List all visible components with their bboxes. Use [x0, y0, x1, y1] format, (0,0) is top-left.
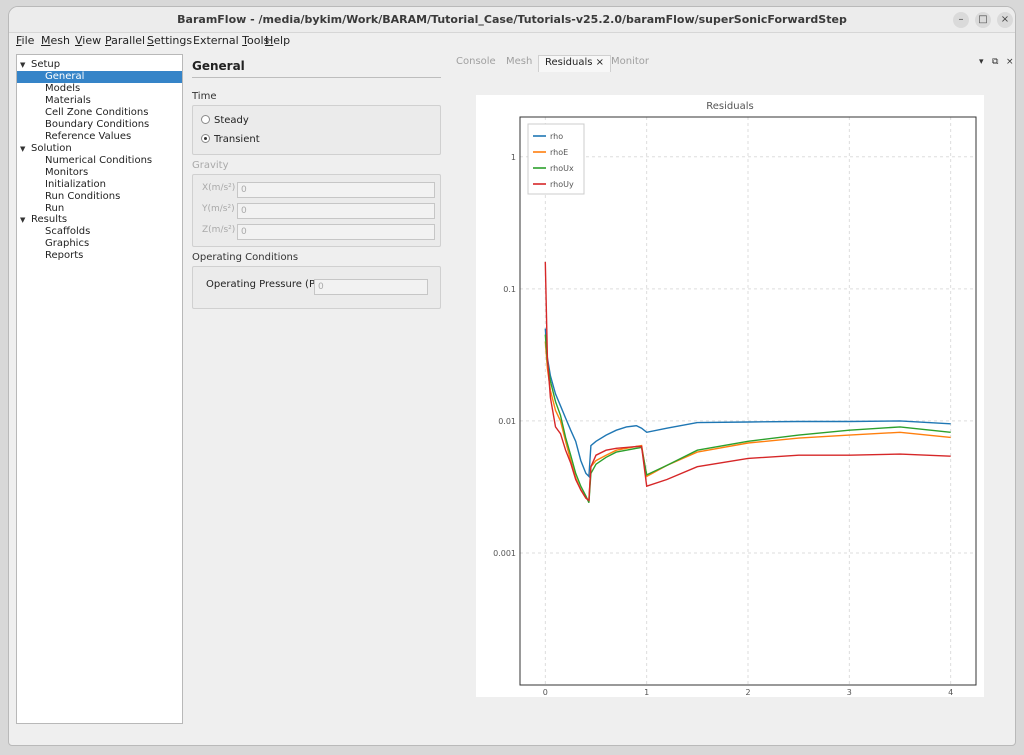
dock-close-icon[interactable]: × — [1006, 57, 1014, 67]
y-tick-label: 0.001 — [493, 549, 516, 558]
tree-item-cell-zone-conditions[interactable]: Cell Zone Conditions — [45, 107, 148, 119]
legend-label-rhoUx: rhoUx — [550, 164, 574, 173]
residuals-plot-svg: Residuals 0 1 2 3 4 1 0.1 0.01 0.001 rho rhoE rhoUx… — [493, 101, 977, 697]
radio-steady-indicator[interactable] — [201, 115, 210, 124]
tree-item-materials[interactable]: Materials — [45, 95, 91, 107]
radio-transient[interactable]: Transient — [201, 134, 260, 145]
time-label: Time — [192, 91, 217, 102]
operating-conditions-group: Operating Pressure (Pa) 0 — [192, 266, 441, 309]
x-tick-label: 2 — [745, 688, 750, 697]
legend-label-rhoE: rhoE — [550, 148, 568, 157]
y-tick-label: 0.01 — [498, 417, 516, 426]
y-tick-label: 0.1 — [503, 285, 516, 294]
gravity-label: Gravity — [192, 160, 229, 171]
app-window: BaramFlow - /media/bykim/Work/BARAM/Tuto… — [8, 6, 1016, 746]
menu-bar: File Mesh View Parallel Settings Externa… — [9, 33, 1015, 49]
page-title: General — [192, 59, 245, 73]
operating-pressure-label: Operating Pressure (Pa) — [206, 279, 325, 290]
menu-parallel[interactable]: Parallel — [105, 34, 145, 47]
time-group: Steady Transient — [192, 105, 441, 155]
gravity-x-input[interactable]: 0 — [237, 182, 435, 198]
x-tick-label: 3 — [847, 688, 852, 697]
tree-group-label: Results — [31, 214, 68, 225]
title-bar[interactable]: BaramFlow - /media/bykim/Work/BARAM/Tuto… — [9, 7, 1015, 33]
tree-item-models[interactable]: Models — [45, 83, 80, 95]
menu-file-label: ile — [21, 34, 35, 47]
gravity-y-input[interactable]: 0 — [237, 203, 435, 219]
tree-group-label: Solution — [31, 143, 72, 154]
tab-mesh[interactable]: Mesh — [506, 55, 532, 72]
tree-item-reports[interactable]: Reports — [45, 250, 83, 262]
window-title: BaramFlow - /media/bykim/Work/BARAM/Tuto… — [177, 13, 847, 26]
menu-external-tools-prefix: External — [193, 34, 243, 47]
menu-mesh-label: esh — [50, 34, 70, 47]
tab-residuals[interactable]: Residuals × — [538, 55, 612, 72]
menu-parallel-label: arallel — [111, 34, 146, 47]
x-tick-label: 1 — [644, 688, 649, 697]
tree-item-scaffolds[interactable]: Scaffolds — [45, 226, 90, 238]
radio-steady-label: Steady — [214, 115, 249, 126]
x-tick-label: 0 — [543, 688, 548, 697]
maximize-button[interactable]: □ — [975, 12, 991, 28]
tree-item-numerical-conditions[interactable]: Numerical Conditions — [45, 155, 152, 167]
tree-item-boundary-conditions[interactable]: Boundary Conditions — [45, 119, 149, 131]
menu-help-label: elp — [273, 34, 291, 47]
gravity-z-label: Z(m/s²) — [202, 225, 236, 235]
menu-file[interactable]: File — [16, 34, 34, 47]
undock-icon[interactable]: ⧉ — [992, 57, 998, 67]
radio-transient-label: Transient — [214, 134, 260, 145]
radio-steady[interactable]: Steady — [201, 115, 249, 126]
heading-divider — [192, 77, 441, 78]
gravity-x-label: X(m/s²) — [202, 183, 236, 193]
close-button[interactable]: × — [997, 12, 1013, 28]
menu-mesh-mnemonic: M — [41, 34, 51, 47]
gravity-group: X(m/s²) 0 Y(m/s²) 0 Z(m/s²) 0 — [192, 174, 441, 247]
dock-tab-bar: Console Mesh Residuals × Monitor ▾ ⧉ × — [449, 54, 1015, 72]
tree-item-graphics[interactable]: Graphics — [45, 238, 89, 250]
tab-close-icon[interactable]: × — [596, 57, 604, 68]
menu-settings[interactable]: Settings — [147, 34, 192, 47]
tab-residuals-label: Residuals — [545, 57, 593, 68]
expand-arrow-icon[interactable]: ▼ — [20, 143, 25, 155]
tree-group-setup[interactable]: ▼ Setup — [20, 59, 61, 71]
gravity-z-input[interactable]: 0 — [237, 224, 435, 240]
tree-item-reference-values[interactable]: Reference Values — [45, 131, 131, 143]
operating-conditions-label: Operating Conditions — [192, 252, 299, 263]
navigation-tree[interactable]: ▼ Setup General Models Materials Cell Zon… — [16, 54, 183, 724]
operating-pressure-input[interactable]: 0 — [314, 279, 428, 295]
menu-help[interactable]: Help — [265, 34, 290, 47]
tab-monitor[interactable]: Monitor — [611, 55, 649, 72]
tree-item-general[interactable]: General — [17, 71, 182, 83]
tree-group-label: Setup — [31, 59, 61, 70]
tree-group-solution[interactable]: ▼ Solution — [20, 143, 72, 155]
menu-view[interactable]: View — [75, 34, 101, 47]
menu-settings-mnemonic: S — [147, 34, 154, 47]
radio-transient-indicator[interactable] — [201, 134, 210, 143]
tree-item-run-conditions[interactable]: Run Conditions — [45, 191, 120, 203]
tab-console[interactable]: Console — [456, 55, 496, 72]
minimize-button[interactable]: – — [953, 12, 969, 28]
expand-arrow-icon[interactable]: ▼ — [20, 214, 25, 226]
tree-item-initialization[interactable]: Initialization — [45, 179, 106, 191]
legend-label-rhoUy: rhoUy — [550, 180, 574, 189]
general-form: General Time Steady Transient Gravity X(… — [192, 54, 442, 724]
menu-view-label: iew — [82, 34, 102, 47]
menu-settings-label: ettings — [153, 34, 193, 47]
tree-item-monitors[interactable]: Monitors — [45, 167, 88, 179]
menu-mesh[interactable]: Mesh — [41, 34, 70, 47]
dock-menu-icon[interactable]: ▾ — [979, 57, 984, 67]
residuals-chart[interactable]: Residuals 0 1 2 3 4 1 0.1 0.01 0.001 rho rhoE rhoUx… — [476, 95, 984, 697]
chart-title: Residuals — [706, 101, 753, 112]
y-tick-label: 1 — [511, 153, 516, 162]
x-tick-label: 4 — [948, 688, 953, 697]
gravity-y-label: Y(m/s²) — [202, 204, 235, 214]
expand-arrow-icon[interactable]: ▼ — [20, 59, 25, 71]
tree-group-results[interactable]: ▼ Results — [20, 214, 68, 226]
legend-label-rho: rho — [550, 132, 563, 141]
menu-external-tools[interactable]: External Tools — [193, 34, 269, 47]
